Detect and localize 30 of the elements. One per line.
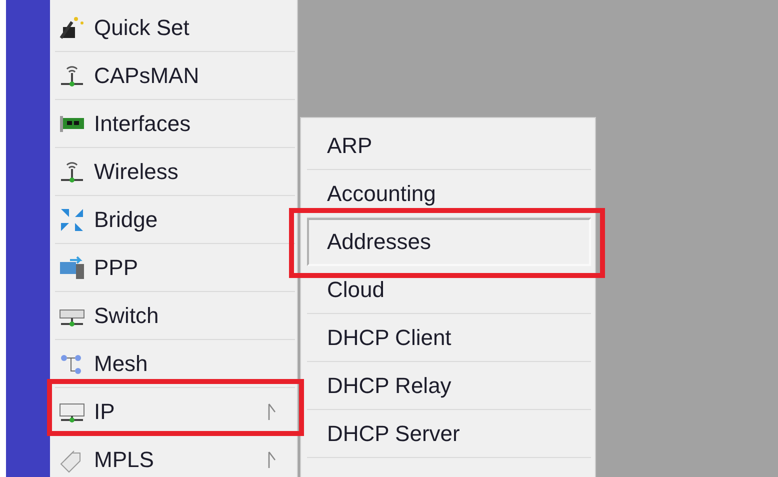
menu-item[interactable]: Interfaces: [55, 100, 295, 148]
menu-label: Wireless: [94, 158, 178, 184]
menu-label: MPLS: [94, 446, 154, 472]
menu-label: Bridge: [94, 206, 158, 232]
menu-label: PPP: [94, 254, 138, 280]
submenu-item[interactable]: DHCP Relay: [307, 362, 591, 410]
submenu-item[interactable]: ARP: [307, 122, 591, 170]
menu-label: Mesh: [94, 350, 148, 376]
menu-item[interactable]: Mesh: [55, 340, 295, 388]
menu-label: IP: [94, 398, 115, 424]
submenu-item[interactable]: Addresses: [307, 218, 591, 266]
submenu-arrow-icon: [267, 450, 277, 470]
menu-label: Interfaces: [94, 110, 191, 136]
submenu-arrow-icon: [267, 402, 277, 422]
menu-label: Quick Set: [94, 14, 190, 40]
menu-item[interactable]: MPLS: [55, 436, 295, 477]
menu-item[interactable]: Wireless: [55, 148, 295, 196]
menu-label: CAPsMAN: [94, 62, 200, 88]
submenu-item[interactable]: Cloud: [307, 266, 591, 314]
menu-label: Switch: [94, 302, 159, 328]
submenu-item[interactable]: DHCP Server: [307, 410, 591, 458]
menu-item[interactable]: Switch: [55, 292, 295, 340]
menu-item[interactable]: Quick Set: [55, 4, 295, 52]
menu-item[interactable]: PPP: [55, 244, 295, 292]
menu-item[interactable]: IP: [55, 388, 295, 436]
computer-icon: [58, 254, 86, 282]
menu-item[interactable]: Bridge: [55, 196, 295, 244]
submenu-item[interactable]: DHCP Client: [307, 314, 591, 362]
menu-item[interactable]: CAPsMAN: [55, 52, 295, 100]
submenu-item[interactable]: Accounting: [307, 170, 591, 218]
